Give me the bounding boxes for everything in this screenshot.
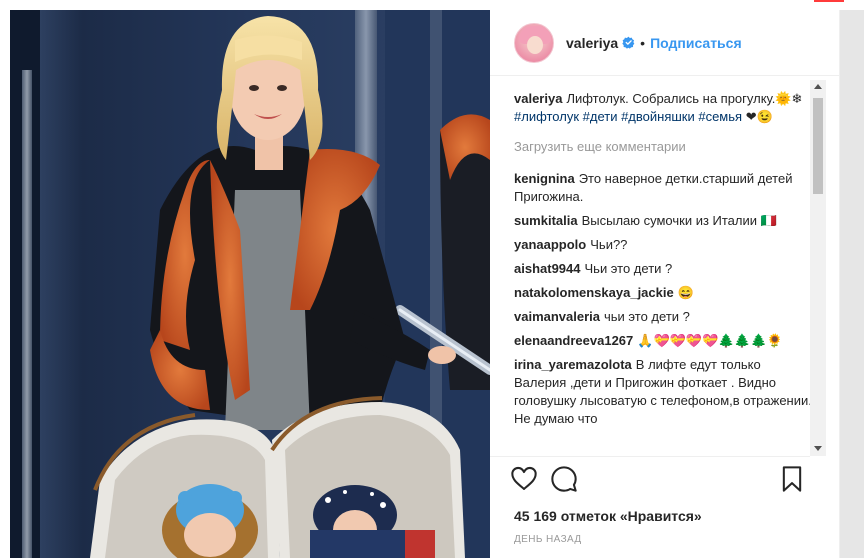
list-item: vaimanvaleria чьи это дети ? — [514, 308, 812, 326]
comment-icon[interactable] — [550, 465, 578, 493]
list-item: aishat9944 Чьи это дети ? — [514, 260, 812, 278]
scroll-up-arrow-icon[interactable] — [814, 84, 822, 89]
comment-username[interactable]: yanaappolo — [514, 237, 586, 252]
list-item: yanaappolo Чьи?? — [514, 236, 812, 254]
comment-text: Чьи это дети ? — [584, 261, 673, 276]
caption-tail-emoji: ❤😉 — [745, 109, 773, 124]
comment-username[interactable]: sumkitalia — [514, 213, 578, 228]
comment-username[interactable]: aishat9944 — [514, 261, 581, 276]
header-username[interactable]: valeriya — [566, 35, 618, 51]
comments-list: valeriya Лифтолук. Собрались на прогулку.… — [514, 90, 812, 455]
comment-username[interactable]: natakolomenskaya_jackie — [514, 285, 674, 300]
post-photo-image — [10, 10, 490, 558]
comment-username[interactable]: kenignina — [514, 171, 575, 186]
comment-username[interactable]: elenaandreeva1267 — [514, 333, 633, 348]
page: valeriya • Подписаться valeriya Лифтолук.… — [0, 0, 864, 558]
comment-username[interactable]: irina_yaremazolota — [514, 357, 632, 372]
post-header: valeriya • Подписаться — [490, 10, 840, 76]
separator-dot: • — [640, 34, 646, 51]
action-icons-row — [510, 465, 810, 497]
list-item: irina_yaremazolota В лифте едут только Ва… — [514, 356, 812, 428]
scroll-down-arrow-icon[interactable] — [814, 446, 822, 451]
avatar[interactable] — [514, 22, 554, 63]
heart-icon[interactable] — [510, 465, 538, 493]
list-item: sumkitalia Высылаю сумочки из Италии 🇮🇹 — [514, 212, 812, 230]
caption-text: Лифтолук. Собрались на прогулку. — [566, 91, 776, 106]
bookmark-icon[interactable] — [778, 465, 806, 493]
post-photo[interactable] — [10, 10, 490, 558]
caption-emoji: 🌞❄ — [775, 91, 803, 106]
post-timestamp[interactable]: ДЕНЬ НАЗАД — [514, 534, 582, 545]
caption-hashtags[interactable]: #лифтолук #дети #двойняшки #семья — [514, 109, 742, 124]
window-edge-accent — [814, 0, 844, 2]
comments-scrollbar[interactable] — [810, 80, 826, 456]
comment-text: 😄 — [677, 285, 694, 300]
post-side-panel: valeriya • Подписаться valeriya Лифтолук.… — [490, 10, 840, 558]
list-item: kenignina Это наверное детки.старший дете… — [514, 170, 812, 206]
comment-text: Высылаю сумочки из Италии 🇮🇹 — [581, 213, 777, 228]
caption-username[interactable]: valeriya — [514, 91, 562, 106]
post-actions: 45 169 отметок «Нравится» ДЕНЬ НАЗАД — [490, 456, 810, 558]
comment-text: Чьи?? — [590, 237, 628, 252]
comment-username[interactable]: vaimanvaleria — [514, 309, 600, 324]
comment-text: чьи это дети ? — [604, 309, 690, 324]
list-item: elenaandreeva1267 🙏💝💝💝💝🌲🌲🌲🌻 — [514, 332, 812, 350]
follow-button[interactable]: Подписаться — [650, 35, 742, 51]
page-right-gutter — [840, 10, 864, 558]
load-more-comments[interactable]: Загрузить еще комментарии — [514, 138, 812, 156]
window-top-strip — [0, 0, 864, 8]
comment-text: 🙏💝💝💝💝🌲🌲🌲🌻 — [637, 333, 783, 348]
list-item: natakolomenskaya_jackie 😄 — [514, 284, 812, 302]
scrollbar-thumb[interactable] — [813, 98, 823, 194]
likes-count[interactable]: 45 169 отметок «Нравится» — [514, 508, 702, 524]
caption: valeriya Лифтолук. Собрались на прогулку.… — [514, 90, 812, 126]
verified-badge-icon — [622, 36, 635, 49]
